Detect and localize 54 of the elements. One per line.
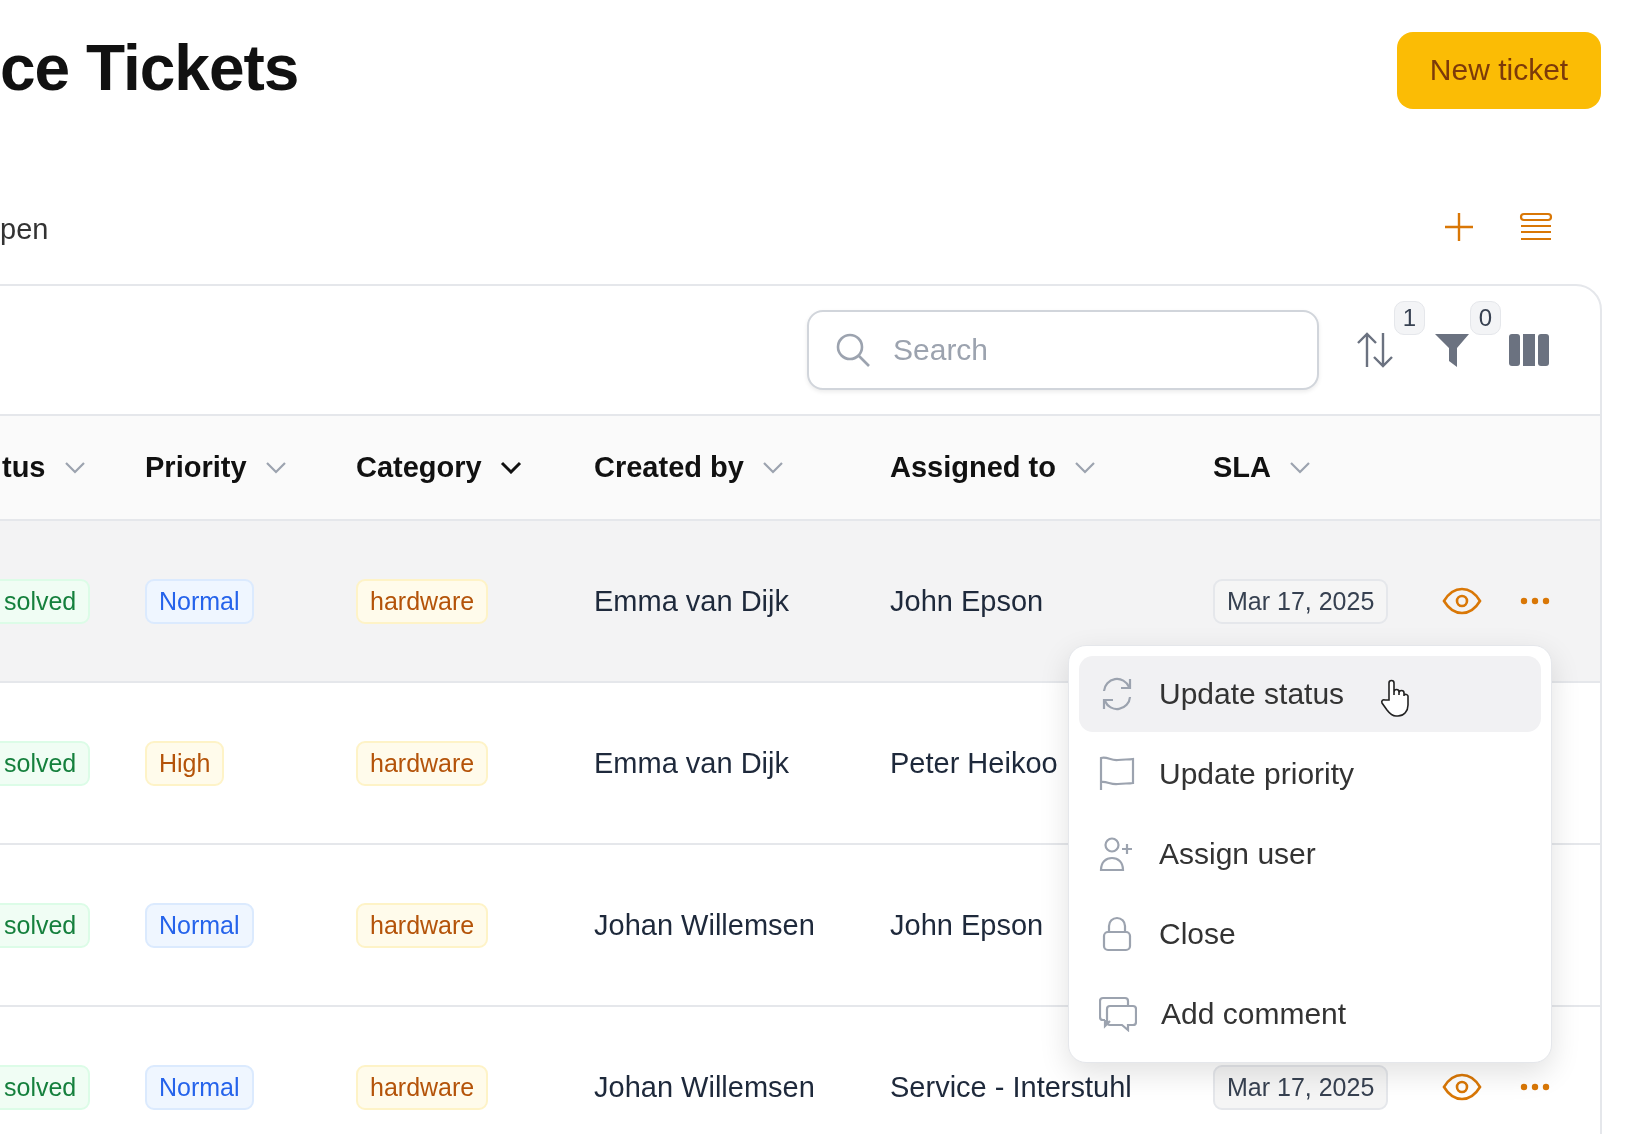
- priority-badge: Normal: [145, 1064, 254, 1110]
- column-header[interactable]: Assigned to: [890, 451, 1056, 484]
- page-title: ce Tickets: [0, 31, 299, 105]
- flag-icon: [1099, 756, 1135, 792]
- menu-item[interactable]: Update priority: [1079, 736, 1541, 812]
- hand-cursor-icon: [1380, 678, 1410, 718]
- more-icon[interactable]: [1520, 597, 1550, 605]
- menu-item[interactable]: Update status: [1079, 656, 1541, 732]
- table-cell: Emma van Dijk: [594, 584, 789, 618]
- table-cell: Service - Interstuhl: [890, 1070, 1132, 1104]
- column-header[interactable]: Category: [356, 451, 482, 484]
- add-icon[interactable]: [1444, 212, 1474, 242]
- priority-badge: Normal: [145, 902, 254, 948]
- sla-date-badge: Mar 17, 2025: [1213, 1064, 1389, 1110]
- sort-icon[interactable]: [1355, 331, 1395, 369]
- list-icon[interactable]: [1519, 212, 1553, 242]
- status-badge: solved: [0, 902, 91, 948]
- column-header[interactable]: SLA: [1213, 451, 1271, 484]
- eye-icon[interactable]: [1442, 1073, 1482, 1101]
- status-badge: solved: [0, 1064, 91, 1110]
- table-cell: John Epson: [890, 584, 1044, 618]
- status-badge: solved: [0, 578, 91, 624]
- more-icon[interactable]: [1520, 1083, 1550, 1091]
- column-header[interactable]: Priority: [145, 451, 247, 484]
- column-header[interactable]: Created by: [594, 451, 744, 484]
- column-header[interactable]: tus: [2, 451, 46, 484]
- table-cell: John Epson: [890, 908, 1044, 942]
- category-badge: hardware: [356, 578, 489, 624]
- table-cell: Johan Willemsen: [594, 908, 815, 942]
- category-badge: hardware: [356, 740, 489, 786]
- columns-icon[interactable]: [1509, 334, 1549, 366]
- view-name: pen: [0, 212, 49, 246]
- table-cell: Peter Heikoo: [890, 746, 1058, 780]
- priority-badge: High: [145, 740, 225, 786]
- status-badge: solved: [0, 740, 91, 786]
- add-user-icon: [1099, 836, 1135, 872]
- sort-count-badge: 1: [1393, 301, 1425, 335]
- chevron-icon[interactable]: [499, 461, 522, 474]
- eye-icon[interactable]: [1442, 587, 1482, 615]
- category-badge: hardware: [356, 902, 489, 948]
- table-cell: Emma van Dijk: [594, 746, 789, 780]
- priority-badge: Normal: [145, 578, 254, 624]
- chat-bubbles-icon: [1099, 996, 1137, 1032]
- new-ticket-button[interactable]: New ticket: [1397, 31, 1601, 109]
- menu-item[interactable]: Close: [1079, 896, 1541, 972]
- search-field[interactable]: Search: [807, 310, 1319, 390]
- sla-date-badge: Mar 17, 2025: [1213, 578, 1389, 624]
- filter-count-badge: 0: [1469, 301, 1501, 335]
- menu-item[interactable]: Add comment: [1079, 976, 1541, 1052]
- menu-item[interactable]: Assign user: [1079, 816, 1541, 892]
- category-badge: hardware: [356, 1064, 489, 1110]
- search-icon: [835, 332, 871, 368]
- table-cell: Johan Willemsen: [594, 1070, 815, 1104]
- filter-icon[interactable]: [1433, 331, 1471, 369]
